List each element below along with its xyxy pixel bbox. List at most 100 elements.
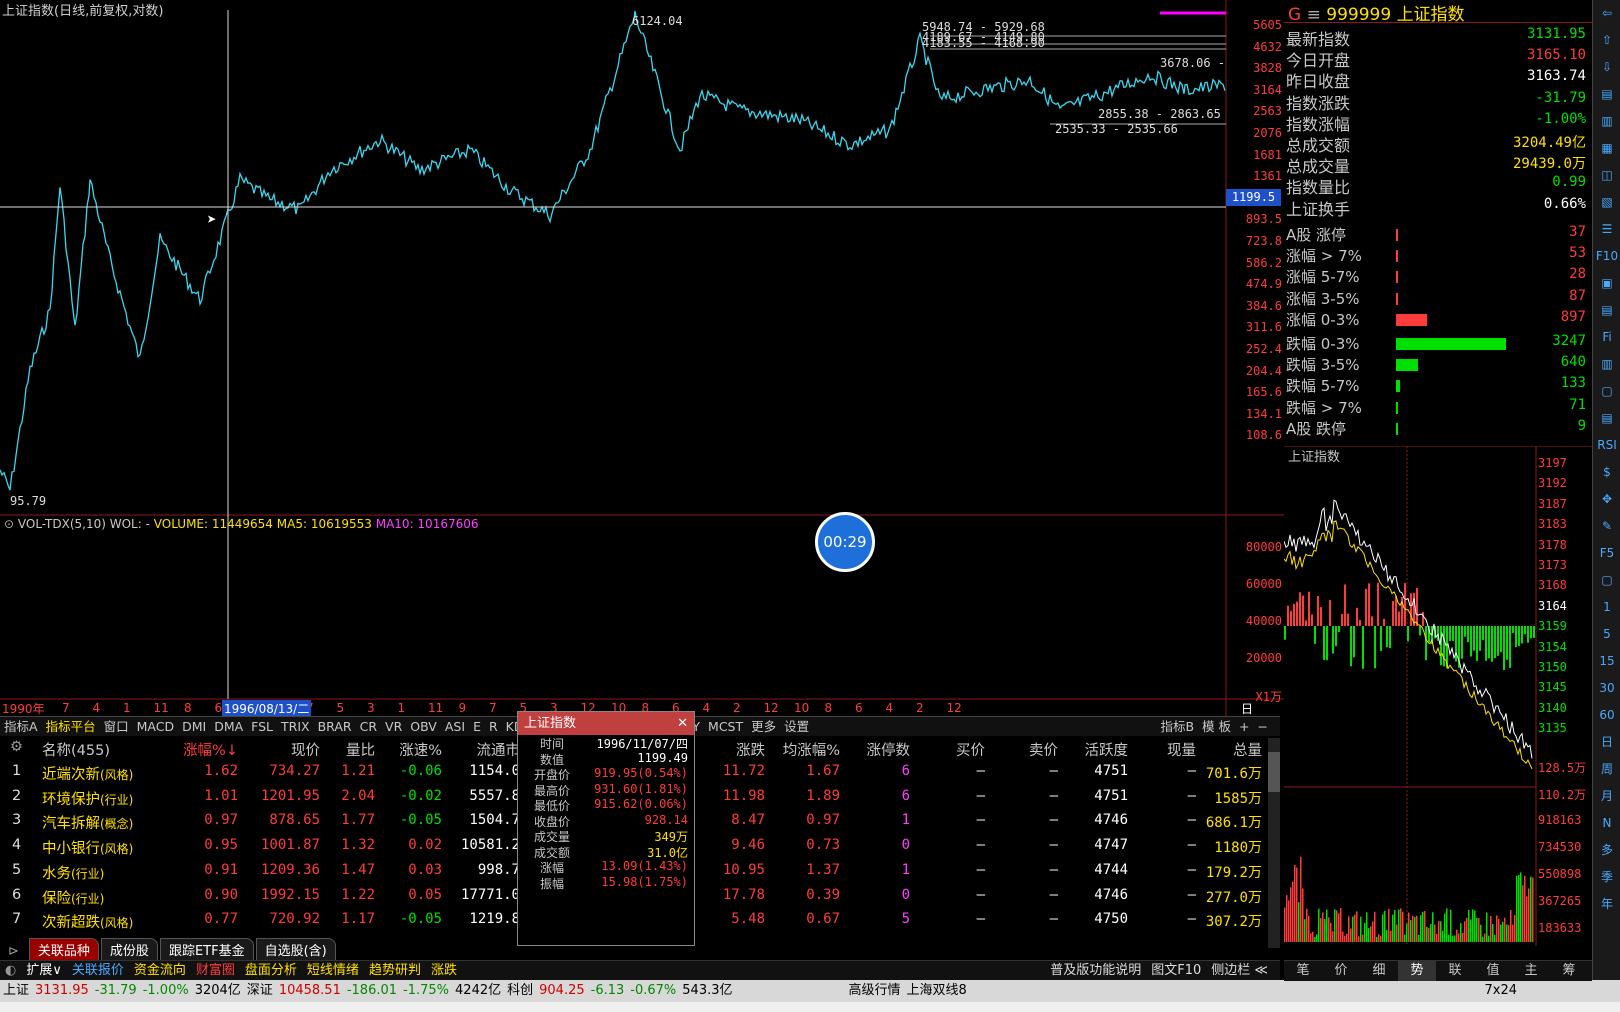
bottom-tab[interactable]: 跟踪ETF基金 [159, 938, 254, 961]
sector-name[interactable]: 水务(行业) [42, 862, 104, 883]
sector-name[interactable]: 汽车拆解(概念) [42, 812, 133, 833]
side-tool-button[interactable]: F10 [1593, 243, 1620, 270]
side-tool-button[interactable]: 周 [1593, 756, 1620, 783]
column-header[interactable]: 总量 [1233, 739, 1262, 760]
side-tool-button[interactable]: ▣ [1593, 270, 1620, 297]
indicator-tab[interactable]: R [485, 717, 502, 736]
indicator-tab[interactable]: MCST [704, 717, 747, 736]
toolbar-button[interactable]: 资金流向 [129, 961, 191, 981]
indicator-tab-right[interactable]: + [1235, 717, 1253, 736]
toolbar-button[interactable]: 关联报价 [67, 961, 129, 981]
side-tool-button[interactable]: RSI [1593, 432, 1620, 459]
side-tool-button[interactable]: N [1593, 810, 1620, 837]
toolbar-button[interactable]: 扩展∨ [21, 961, 67, 981]
side-tool-button[interactable]: ⇧ [1593, 27, 1620, 54]
side-tool-button[interactable]: ▤ [1593, 81, 1620, 108]
side-tool-button[interactable]: ⇩ [1593, 54, 1620, 81]
table-scrollbar[interactable] [1268, 738, 1280, 948]
side-tool-button[interactable]: ▥ [1593, 351, 1620, 378]
indicator-tab[interactable]: OBV [406, 717, 441, 736]
indicator-tab[interactable]: E [469, 717, 485, 736]
side-tool-button[interactable]: ◫ [1593, 162, 1620, 189]
side-tool-button[interactable]: 日 [1593, 729, 1620, 756]
side-tool-button[interactable]: 多 [1593, 837, 1620, 864]
bottom-tab[interactable]: 关联品种 [28, 938, 99, 961]
side-tool-button[interactable]: 季 [1593, 864, 1620, 891]
right-bottom-tab[interactable]: 联 [1436, 961, 1474, 981]
side-tool-button[interactable]: ✎ [1593, 513, 1620, 540]
toolbar-right-button[interactable]: 侧边栏 ≪ [1206, 961, 1273, 981]
indicator-tab[interactable]: DMI [178, 717, 210, 736]
side-tool-button[interactable]: 1 [1593, 594, 1620, 621]
side-tool-button[interactable]: 月 [1593, 783, 1620, 810]
side-tool-button[interactable]: ▤ [1593, 405, 1620, 432]
column-header[interactable]: 涨速% [399, 739, 442, 760]
side-tool-button[interactable]: ▧ [1593, 189, 1620, 216]
column-header[interactable]: 名称(455) [42, 739, 110, 760]
sector-name[interactable]: 近端次新(风格) [42, 763, 133, 784]
column-header[interactable]: 流通市 [477, 739, 521, 760]
bottom-tab[interactable]: 自选股(含) [255, 938, 336, 961]
indicator-tab[interactable]: DMA [210, 717, 247, 736]
toolbar-button[interactable]: 短线情绪 [302, 961, 364, 981]
toolbar-button[interactable]: 趋势研判 [364, 961, 426, 981]
indicator-tab[interactable]: MACD [133, 717, 178, 736]
toolbar-button[interactable]: 财富圈 [191, 961, 240, 981]
side-tool-button[interactable]: F5 [1593, 540, 1620, 567]
sector-name[interactable]: 环境保护(行业) [42, 788, 133, 809]
sector-name[interactable]: 中小银行(风格) [42, 837, 133, 858]
side-tool-button[interactable]: ✥ [1593, 486, 1620, 513]
toggle-icon[interactable]: ◐ [0, 961, 21, 981]
column-header[interactable]: 买价 [956, 739, 985, 760]
toolbar-button[interactable]: 盘面分析 [240, 961, 302, 981]
side-tool-button[interactable]: Fi [1593, 324, 1620, 351]
right-bottom-tab[interactable]: 主 [1512, 961, 1550, 981]
right-bottom-tab[interactable]: 价 [1322, 961, 1360, 981]
side-tool-button[interactable]: ▦ [1593, 135, 1620, 162]
status-advanced[interactable]: 高级行情 [846, 980, 904, 1002]
indicator-tab[interactable]: TRIX [277, 717, 314, 736]
indicator-tab[interactable]: FSL [247, 717, 277, 736]
column-header[interactable]: 卖价 [1029, 739, 1058, 760]
indicator-tab-right[interactable]: 指标B [1156, 717, 1198, 736]
indicator-tab-right[interactable]: 模 板 [1198, 717, 1235, 736]
indicator-tab[interactable]: 指标平台 [42, 717, 100, 736]
expand-icon[interactable]: ⊳ [0, 943, 27, 960]
column-header[interactable]: 现价 [291, 739, 320, 760]
side-tool-button[interactable]: ⇦ [1593, 0, 1620, 27]
side-tool-button[interactable]: ▢ [1593, 567, 1620, 594]
sector-name[interactable]: 保险(行业) [42, 887, 104, 908]
column-header[interactable]: 现量 [1167, 739, 1196, 760]
status-clock[interactable]: 7x24 [1481, 980, 1520, 1002]
side-tool-button[interactable]: 15 [1593, 648, 1620, 675]
right-bottom-tab[interactable]: 筹 [1550, 961, 1588, 981]
indicator-tab[interactable]: CR [356, 717, 381, 736]
indicator-tab[interactable]: VR [381, 717, 406, 736]
toolbar-right-button[interactable]: 图文F10 [1146, 961, 1206, 981]
right-bottom-tab[interactable]: 细 [1360, 961, 1398, 981]
side-tool-button[interactable]: 年 [1593, 891, 1620, 918]
indicator-tab[interactable]: 更多 [747, 717, 780, 736]
right-bottom-tab[interactable]: 值 [1474, 961, 1512, 981]
sector-name[interactable]: 次新超跌(风格) [42, 911, 133, 932]
side-tool-button[interactable]: ▢ [1593, 378, 1620, 405]
bottom-tab[interactable]: 成份股 [100, 938, 158, 961]
right-bottom-tab[interactable]: 笔 [1284, 961, 1322, 981]
column-header[interactable]: 活跃度 [1085, 739, 1129, 760]
right-bottom-tab[interactable]: 势 [1398, 961, 1436, 981]
column-header[interactable]: 涨幅%↓ [183, 739, 238, 760]
toolbar-right-button[interactable]: 普及版功能说明 [1045, 961, 1146, 981]
column-header[interactable]: 涨跌 [736, 739, 765, 760]
close-icon[interactable]: ✕ [677, 712, 688, 735]
side-tool-button[interactable]: ▥ [1593, 108, 1620, 135]
side-tool-button[interactable]: 60 [1593, 702, 1620, 729]
column-header[interactable]: 均涨幅% [783, 739, 840, 760]
indicator-tab[interactable]: 指标A [0, 717, 42, 736]
kline-chart-area[interactable] [0, 0, 1284, 716]
indicator-tab[interactable]: BRAR [314, 717, 356, 736]
side-tool-button[interactable]: ☰ [1593, 216, 1620, 243]
recording-timer[interactable]: 00:29 [815, 512, 875, 572]
toolbar-button[interactable]: 涨跌 [426, 961, 462, 981]
indicator-tab[interactable]: ASI [441, 717, 469, 736]
column-header[interactable]: 量比 [346, 739, 375, 760]
